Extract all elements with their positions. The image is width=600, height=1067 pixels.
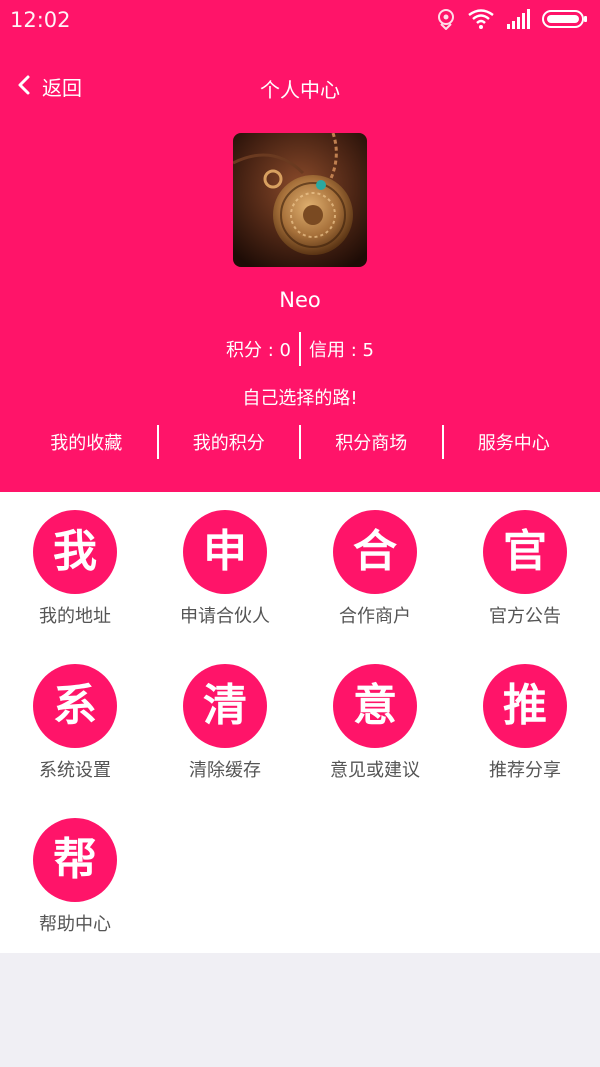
- grid-item-apply-partner[interactable]: 申 申请合伙人: [150, 492, 300, 632]
- grid-item-label: 推荐分享: [489, 760, 561, 781]
- status-bar: 12:02: [0, 0, 600, 40]
- grid-item-label: 清除缓存: [189, 760, 261, 781]
- signal-icon: [506, 9, 530, 33]
- link-my-points[interactable]: 我的积分: [159, 429, 300, 455]
- link-service-center[interactable]: 服务中心: [444, 429, 585, 455]
- merchant-icon: 合: [333, 510, 417, 594]
- status-icons: [436, 9, 588, 33]
- announcement-icon: 官: [483, 510, 567, 594]
- grid-item-label: 申请合伙人: [180, 606, 270, 627]
- grid-item-settings[interactable]: 系 系统设置: [0, 646, 150, 786]
- page-title: 个人中心: [260, 78, 340, 102]
- partner-icon: 申: [183, 510, 267, 594]
- grid-item-label: 帮助中心: [39, 914, 111, 935]
- grid-item-announcements[interactable]: 官 官方公告: [450, 492, 600, 632]
- link-favorites[interactable]: 我的收藏: [16, 429, 157, 455]
- grid-item-merchants[interactable]: 合 合作商户: [300, 492, 450, 632]
- profile-header: 12:02 返回 个人中心 Neo 积分: 0 信用: 5 自己选择的路! …: [0, 0, 600, 492]
- navbar: 返回 个人中心: [0, 64, 600, 112]
- grid-item-my-address[interactable]: 我 我的地址: [0, 492, 150, 632]
- link-points-mall[interactable]: 积分商场: [301, 429, 442, 455]
- user-signature: 自己选择的路!: [242, 388, 358, 409]
- grid-item-label: 合作商户: [339, 606, 411, 627]
- stat-divider: [299, 332, 301, 366]
- battery-icon: [542, 9, 588, 33]
- grid-item-label: 官方公告: [489, 606, 561, 627]
- share-icon: 推: [483, 664, 567, 748]
- points-stat[interactable]: 积分 : 0: [226, 336, 291, 362]
- clear-cache-icon: 清: [183, 664, 267, 748]
- grid-item-label: 我的地址: [39, 606, 111, 627]
- grid-item-help[interactable]: 帮 帮助中心: [0, 800, 150, 940]
- address-icon: 我: [33, 510, 117, 594]
- quick-links: 我的收藏 我的积分 积分商场 服务中心: [16, 424, 584, 460]
- grid-item-label: 意见或建议: [330, 760, 420, 781]
- help-icon: 帮: [33, 818, 117, 902]
- username: Neo: [279, 288, 321, 312]
- settings-icon: 系: [33, 664, 117, 748]
- menu-grid: 我 我的地址 申 申请合伙人 合 合作商户 官 官方公告 系 系统设置 清 清除…: [0, 492, 600, 953]
- grid-item-share[interactable]: 推 推荐分享: [450, 646, 600, 786]
- status-time: 12:02: [10, 8, 71, 32]
- grid-item-feedback[interactable]: 意 意见或建议: [300, 646, 450, 786]
- location-off-icon: [436, 8, 456, 34]
- user-stats: 积分 : 0 信用 : 5: [0, 332, 600, 366]
- grid-item-clear-cache[interactable]: 清 清除缓存: [150, 646, 300, 786]
- credit-stat[interactable]: 信用 : 5: [309, 336, 374, 362]
- wifi-icon: [468, 9, 494, 33]
- grid-item-label: 系统设置: [39, 760, 111, 781]
- avatar[interactable]: [233, 133, 367, 267]
- feedback-icon: 意: [333, 664, 417, 748]
